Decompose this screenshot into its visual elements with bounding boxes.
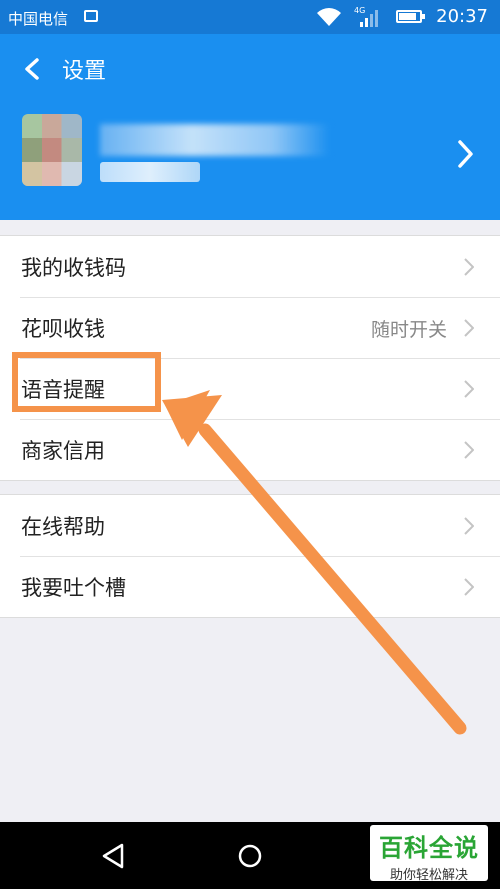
wifi-icon — [317, 8, 341, 26]
account-name-blurred — [100, 124, 330, 156]
carrier-name: 中国电信 — [8, 10, 69, 28]
menu-item-label: 商家信用 — [21, 439, 105, 463]
chevron-right-icon — [464, 441, 474, 459]
avatar[interactable] — [22, 114, 82, 186]
nav-home-icon[interactable] — [237, 843, 263, 869]
page-title: 设置 — [62, 59, 107, 84]
watermark-logo: 百科全说 助你轻松解决 — [370, 825, 488, 883]
menu-item-payment-code[interactable]: 我的收钱码 — [0, 236, 500, 297]
watermark-subtitle: 助你轻松解决 — [389, 868, 468, 883]
network-type-label: 4G — [354, 6, 365, 15]
menu-item-feedback[interactable]: 我要吐个槽 — [0, 556, 500, 617]
chevron-right-icon — [464, 517, 474, 535]
chevron-right-icon — [464, 319, 474, 337]
nav-back-icon[interactable] — [100, 843, 126, 869]
watermark-title: 百科全说 — [379, 834, 479, 862]
menu-item-label: 在线帮助 — [21, 515, 105, 539]
status-bar: 中国电信 4G 20:37 — [0, 0, 500, 34]
menu-item-merchant-credit[interactable]: 商家信用 — [0, 419, 500, 480]
image-notification-icon — [84, 10, 98, 22]
battery-icon — [396, 10, 425, 23]
account-badge-blurred — [100, 162, 200, 182]
status-time: 20:37 — [436, 6, 488, 27]
header: 设置 — [0, 34, 500, 220]
signal-icon: 4G — [354, 6, 378, 27]
menu-item-value: 随时开关 — [370, 319, 447, 341]
chevron-right-icon[interactable] — [458, 140, 474, 168]
menu-item-label: 我的收钱码 — [21, 256, 126, 280]
annotation-highlight-box — [12, 352, 161, 412]
menu-item-label: 我要吐个槽 — [21, 576, 126, 600]
settings-group-2: 在线帮助 我要吐个槽 — [0, 494, 500, 618]
chevron-right-icon — [464, 578, 474, 596]
menu-item-huabei[interactable]: 花呗收钱 随时开关 — [0, 297, 500, 358]
menu-item-label: 花呗收钱 — [21, 317, 105, 341]
chevron-left-icon[interactable] — [22, 58, 44, 80]
chevron-right-icon — [464, 258, 474, 276]
chevron-right-icon — [464, 380, 474, 398]
menu-item-online-help[interactable]: 在线帮助 — [0, 495, 500, 556]
